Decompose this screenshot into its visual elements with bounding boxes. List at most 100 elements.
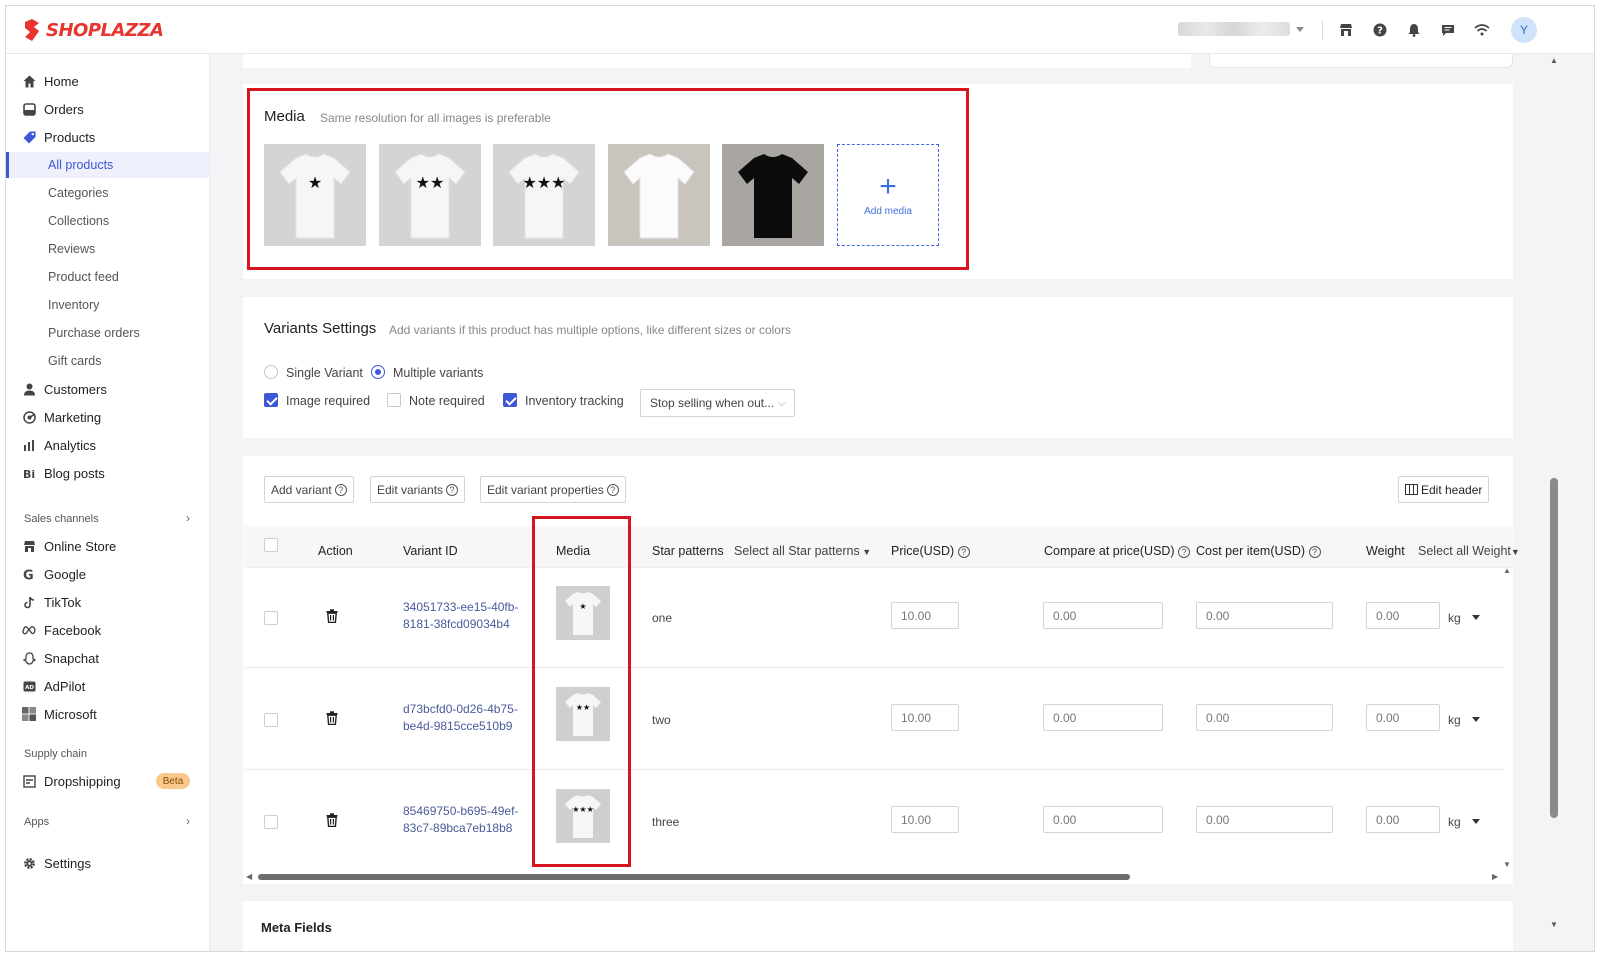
note-required-checkbox[interactable] (387, 393, 401, 407)
page-scroll-up-arrow[interactable]: ▲ (1550, 56, 1558, 65)
variant-id-link[interactable]: 34051733-ee15-40fb- 8181-38fcd09034b4 (403, 599, 533, 633)
sidebar-item-blog-posts[interactable]: Bi Blog posts (6, 460, 210, 486)
page-scrollbar-thumb[interactable] (1550, 478, 1558, 818)
media-thumbnail[interactable] (722, 144, 824, 246)
media-thumbnail[interactable] (608, 144, 710, 246)
cost-per-item-input[interactable]: 0.00 (1196, 704, 1333, 731)
star-pattern-value: three (652, 815, 680, 829)
variants-settings-title: Variants Settings (264, 320, 377, 337)
scroll-down-arrow[interactable]: ▼ (1503, 860, 1511, 869)
sidebar-item-products[interactable]: Products (6, 124, 210, 150)
sidebar-item-customers[interactable]: Customers (6, 376, 210, 402)
sidebar-item-analytics[interactable]: Analytics (6, 432, 210, 458)
price-input[interactable]: 10.00 (891, 602, 959, 629)
store-icon[interactable] (1336, 20, 1356, 40)
trash-icon[interactable] (326, 609, 342, 625)
chevron-right-icon[interactable]: › (186, 511, 190, 525)
edit-variant-properties-button[interactable]: Edit variant properties? (480, 476, 626, 503)
sidebar-item-settings[interactable]: Settings (6, 850, 210, 876)
sidebar-subitem-reviews[interactable]: Reviews (6, 236, 210, 262)
price-input[interactable]: 10.00 (891, 806, 959, 833)
trash-icon[interactable] (326, 813, 342, 829)
media-thumbnail[interactable]: ★★★ (493, 144, 595, 246)
variant-media-thumbnail[interactable]: ★★ (556, 687, 610, 741)
sidebar-item-google[interactable]: G Google (6, 561, 210, 587)
media-thumbnail[interactable]: ★★ (379, 144, 481, 246)
store-selector[interactable] (1178, 21, 1316, 37)
meta-fields-title: Meta Fields (261, 920, 332, 935)
select-all-weight-dropdown[interactable]: Select all Weight▼ (1418, 544, 1520, 558)
weight-unit-select[interactable]: kg (1448, 713, 1461, 727)
svg-text:★★★: ★★★ (572, 805, 594, 814)
variant-id-link[interactable]: d73bcfd0-0d26-4b75- be4d-9815cce510b9 (403, 701, 533, 735)
chat-icon[interactable] (1438, 20, 1458, 40)
sidebar-subitem-all-products[interactable]: All products (6, 152, 210, 178)
sidebar-item-home[interactable]: Home (6, 68, 210, 94)
sidebar-item-online-store[interactable]: Online Store (6, 533, 210, 559)
variant-id-link[interactable]: 85469750-b695-49ef- 83c7-89bca7eb18b8 (403, 803, 533, 837)
sidebar-subitem-purchase-orders[interactable]: Purchase orders (6, 320, 210, 346)
sidebar-subitem-categories[interactable]: Categories (6, 180, 210, 206)
weight-input[interactable]: 0.00 (1366, 602, 1440, 629)
weight-input[interactable]: 0.00 (1366, 704, 1440, 731)
wifi-icon[interactable] (1472, 20, 1492, 40)
sidebar-item-marketing[interactable]: Marketing (6, 404, 210, 430)
sidebar-item-dropshipping[interactable]: Dropshipping Beta (6, 768, 210, 794)
variant-media-thumbnail[interactable]: ★★★ (556, 789, 610, 843)
tshirt-image: ★★★ (565, 795, 601, 838)
sidebar-subitem-gift-cards[interactable]: Gift cards (6, 348, 210, 374)
avatar[interactable]: Y (1511, 17, 1537, 43)
sidebar-item-snapchat[interactable]: Snapchat (6, 645, 210, 671)
help-icon[interactable]: ? (1370, 20, 1390, 40)
header-cost-per-item: Cost per item(USD) ? (1196, 544, 1321, 558)
add-variant-button[interactable]: Add variant? (264, 476, 354, 503)
shoplazza-logo[interactable]: SHOPLAZZA (22, 18, 164, 42)
tshirt-image: ★★★ (508, 153, 580, 239)
price-input[interactable]: 10.00 (891, 704, 959, 731)
svg-text:★★★: ★★★ (522, 175, 565, 192)
select-all-star-patterns-dropdown[interactable]: Select all Star patterns ▼ (734, 544, 871, 558)
bell-icon[interactable] (1404, 20, 1424, 40)
weight-unit-select[interactable]: kg (1448, 611, 1461, 625)
multiple-variants-radio[interactable] (371, 365, 385, 379)
row-checkbox[interactable] (264, 815, 278, 829)
caret-down-icon[interactable] (1472, 819, 1480, 824)
trash-icon[interactable] (326, 711, 342, 727)
weight-unit-select[interactable]: kg (1448, 815, 1461, 829)
inventory-tracking-checkbox[interactable] (503, 393, 517, 407)
add-media-button[interactable]: + Add media (837, 144, 939, 246)
edit-header-button[interactable]: Edit header (1398, 476, 1490, 503)
single-variant-radio[interactable] (264, 365, 278, 379)
cost-per-item-input[interactable]: 0.00 (1196, 602, 1333, 629)
image-required-checkbox[interactable] (264, 393, 278, 407)
compare-at-price-input[interactable]: 0.00 (1043, 704, 1163, 731)
weight-input[interactable]: 0.00 (1366, 806, 1440, 833)
cost-per-item-input[interactable]: 0.00 (1196, 806, 1333, 833)
scroll-up-arrow[interactable]: ▲ (1503, 566, 1511, 575)
edit-variants-button[interactable]: Edit variants? (370, 476, 466, 503)
sidebar-item-orders[interactable]: Orders (6, 96, 210, 122)
media-thumbnail[interactable]: ★ (264, 144, 366, 246)
sidebar-subitem-product-feed[interactable]: Product feed (6, 264, 210, 290)
divider (1322, 20, 1323, 40)
scroll-left-arrow[interactable]: ◀ (246, 872, 252, 881)
caret-down-icon[interactable] (1472, 615, 1480, 620)
row-checkbox[interactable] (264, 611, 278, 625)
sidebar-subitem-collections[interactable]: Collections (6, 208, 210, 234)
variant-media-thumbnail[interactable]: ★ (556, 586, 610, 640)
horizontal-scrollbar-thumb[interactable] (258, 874, 1130, 880)
sidebar-item-adpilot[interactable]: AD AdPilot (6, 673, 210, 699)
row-checkbox[interactable] (264, 713, 278, 727)
page-scroll-down-arrow[interactable]: ▼ (1550, 920, 1558, 929)
stop-selling-select[interactable]: Stop selling when out... ⌵ (640, 389, 795, 417)
compare-at-price-input[interactable]: 0.00 (1043, 602, 1163, 629)
sidebar-item-tiktok[interactable]: TikTok (6, 589, 210, 615)
caret-down-icon[interactable] (1472, 717, 1480, 722)
select-all-checkbox[interactable] (264, 538, 278, 552)
sidebar-item-facebook[interactable]: Facebook (6, 617, 210, 643)
chevron-right-icon[interactable]: › (186, 814, 190, 828)
sidebar-subitem-inventory[interactable]: Inventory (6, 292, 210, 318)
sidebar-item-microsoft[interactable]: Microsoft (6, 701, 210, 727)
compare-at-price-input[interactable]: 0.00 (1043, 806, 1163, 833)
scroll-right-arrow[interactable]: ▶ (1492, 872, 1498, 881)
